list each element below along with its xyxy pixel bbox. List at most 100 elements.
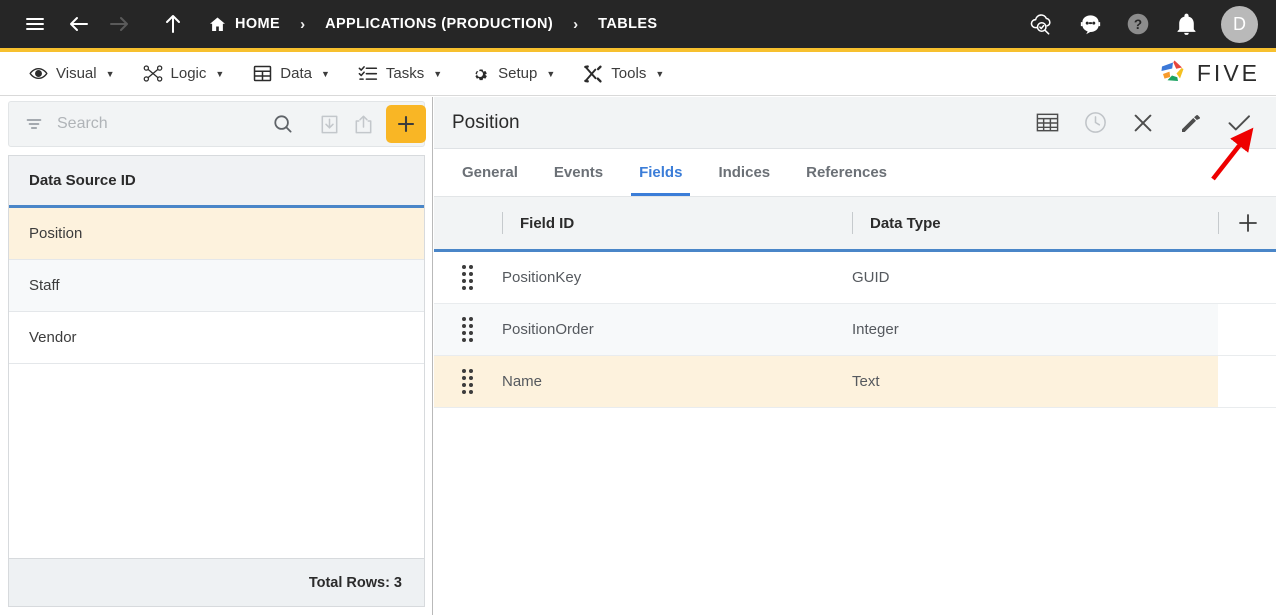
column-divider <box>502 212 503 234</box>
export-share-icon[interactable] <box>346 107 380 141</box>
breadcrumb-item-applications[interactable]: APPLICATIONS (PRODUCTION) <box>325 16 553 32</box>
cell-value-field-id: PositionKey <box>502 269 582 286</box>
filter-icon[interactable] <box>23 113 45 135</box>
breadcrumb-item-tables[interactable]: TABLES <box>598 16 657 32</box>
cell-data-type: Integer <box>852 321 1218 338</box>
column-header-label-data-type: Data Type <box>870 214 941 232</box>
tab-general[interactable]: General <box>444 149 536 196</box>
tab-label-indices: Indices <box>718 164 771 181</box>
table-view-icon[interactable] <box>1032 108 1062 138</box>
menu-item-visual[interactable]: Visual ▼ <box>14 54 129 94</box>
table-row[interactable]: PositionKey GUID <box>434 252 1276 304</box>
chevron-down-icon: ▼ <box>546 68 556 79</box>
hamburger-icon[interactable] <box>18 7 52 41</box>
cell-field-id: PositionOrder <box>502 321 852 338</box>
search-input[interactable] <box>45 114 266 134</box>
list-item-label: Staff <box>29 277 60 294</box>
drag-handle-icon[interactable] <box>434 316 502 343</box>
help-icon[interactable]: ? <box>1121 7 1155 41</box>
cancel-close-icon[interactable] <box>1128 108 1158 138</box>
menu-label-visual: Visual <box>56 65 97 82</box>
cell-value-data-type: Integer <box>852 321 899 338</box>
drag-dots <box>462 368 474 395</box>
menu-label-tasks: Tasks <box>385 65 425 82</box>
arrow-left-icon[interactable] <box>64 9 94 39</box>
menu-item-tasks[interactable]: Tasks ▼ <box>344 54 456 94</box>
tab-indices[interactable]: Indices <box>700 149 788 196</box>
list-item[interactable]: Staff <box>9 260 424 312</box>
detail-action-bar <box>1032 108 1262 138</box>
row-end-cell <box>1218 252 1276 303</box>
gear-icon <box>470 64 490 84</box>
import-download-icon[interactable] <box>312 107 346 141</box>
history-clock-icon <box>1080 108 1110 138</box>
notification-bell-icon[interactable] <box>1169 7 1203 41</box>
svg-text:?: ? <box>1134 17 1142 32</box>
breadcrumb-separator: › <box>573 15 579 33</box>
main-menu-bar: Visual ▼ Logic ▼ Data ▼ Tasks ▼ Setup ▼ … <box>0 52 1276 96</box>
chat-bot-icon[interactable] <box>1073 7 1107 41</box>
column-divider <box>852 212 853 234</box>
cloud-check-search-icon[interactable] <box>1025 7 1059 41</box>
list-item-label: Position <box>29 225 83 242</box>
plus-icon[interactable] <box>1236 211 1260 235</box>
tab-fields[interactable]: Fields <box>621 149 700 196</box>
search-toolbar <box>8 101 426 147</box>
column-header-label-field-id: Field ID <box>520 214 575 232</box>
menu-item-logic[interactable]: Logic ▼ <box>129 54 239 94</box>
eye-icon <box>28 64 48 84</box>
arrow-up-icon[interactable] <box>158 9 188 39</box>
home-icon <box>208 15 227 34</box>
drag-handle-icon[interactable] <box>434 368 502 395</box>
list-item-label: Vendor <box>29 329 77 346</box>
drag-dots <box>462 316 474 343</box>
tab-references[interactable]: References <box>788 149 905 196</box>
search-icon[interactable] <box>266 107 300 141</box>
chevron-down-icon: ▼ <box>433 68 443 79</box>
grid-footer: Total Rows: 3 <box>9 558 424 606</box>
tab-label-references: References <box>806 164 888 181</box>
fields-table-header: Field ID Data Type <box>434 197 1276 252</box>
add-data-source-button[interactable] <box>386 105 426 143</box>
cell-value-data-type: GUID <box>852 269 890 286</box>
column-header-field-id[interactable]: Field ID <box>502 212 852 234</box>
tab-label-fields: Fields <box>639 164 683 181</box>
cell-data-type: Text <box>852 373 1218 390</box>
menu-label-setup: Setup <box>498 65 538 82</box>
menu-item-setup[interactable]: Setup ▼ <box>456 54 569 94</box>
edit-pencil-icon[interactable] <box>1176 108 1206 138</box>
table-row[interactable]: Name Text <box>434 356 1276 408</box>
grid-table-icon <box>252 64 272 84</box>
breadcrumb-label-applications: APPLICATIONS (PRODUCTION) <box>325 16 554 32</box>
drag-handle-icon[interactable] <box>434 264 502 291</box>
detail-tabs: General Events Fields Indices References <box>434 149 1276 197</box>
grid-body: Position Staff Vendor <box>9 208 424 558</box>
list-item[interactable]: Vendor <box>9 312 424 364</box>
avatar[interactable]: D <box>1221 5 1258 43</box>
cell-value-data-type: Text <box>852 373 880 390</box>
row-end-cell <box>1218 356 1276 407</box>
chevron-down-icon: ▼ <box>320 68 330 79</box>
grid-column-header[interactable]: Data Source ID <box>9 156 424 208</box>
menu-item-tools[interactable]: Tools ▼ <box>569 54 678 94</box>
table-row[interactable]: PositionOrder Integer <box>434 304 1276 356</box>
menu-label-data: Data <box>280 65 312 82</box>
chevron-down-icon: ▼ <box>105 68 115 79</box>
grid-column-header-label: Data Source ID <box>29 172 136 189</box>
list-item[interactable]: Position <box>9 208 424 260</box>
breadcrumb: HOME › APPLICATIONS (PRODUCTION) › TABLE… <box>208 15 657 34</box>
navigation-arrows <box>64 9 188 39</box>
app-window: HOME › APPLICATIONS (PRODUCTION) › TABLE… <box>0 0 1276 615</box>
detail-panel: Position General Events Fields Indices R… <box>434 97 1276 615</box>
save-check-icon[interactable] <box>1224 108 1254 138</box>
breadcrumb-item-home[interactable]: HOME <box>208 15 280 34</box>
avatar-initial: D <box>1233 13 1246 34</box>
tab-events[interactable]: Events <box>536 149 621 196</box>
menu-item-data[interactable]: Data ▼ <box>238 54 344 94</box>
checklist-icon <box>358 64 378 84</box>
breadcrumb-separator: › <box>300 15 306 33</box>
brand-name: FIVE <box>1196 60 1260 86</box>
data-source-grid: Data Source ID Position Staff Vendor Tot… <box>8 155 425 607</box>
fields-table: Field ID Data Type PositionKey GUID Posi… <box>434 197 1276 408</box>
column-header-data-type[interactable]: Data Type <box>852 212 1218 234</box>
